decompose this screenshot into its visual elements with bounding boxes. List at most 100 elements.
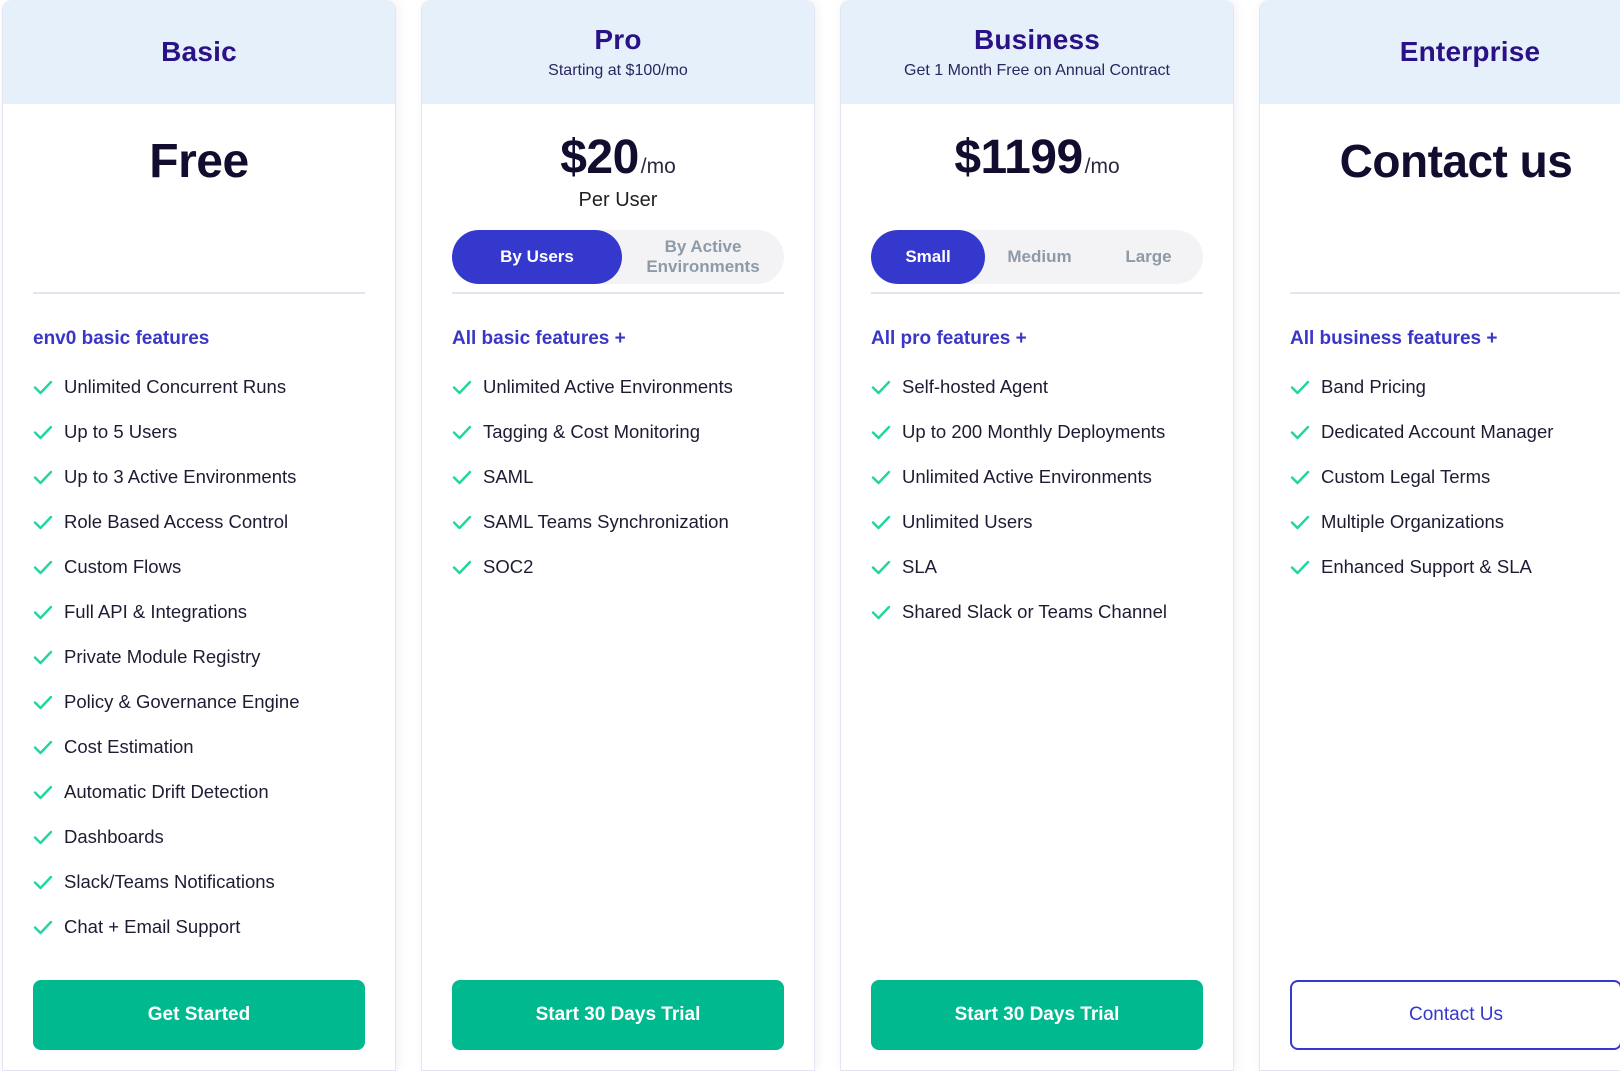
divider	[871, 292, 1203, 294]
check-icon	[1290, 380, 1310, 394]
feature-label: Custom Flows	[64, 555, 182, 577]
feature-label: Chat + Email Support	[64, 915, 241, 937]
feature-list: Unlimited Concurrent Runs Up to 5 Users Up…	[33, 364, 395, 949]
check-icon	[33, 515, 53, 529]
toggle-by-active-environments[interactable]: By Active Environments	[622, 230, 784, 284]
feature-label: Dedicated Account Manager	[1321, 420, 1554, 442]
check-icon	[452, 470, 472, 484]
feature-label: Band Pricing	[1321, 375, 1426, 397]
feature-label: Policy & Governance Engine	[64, 690, 300, 712]
feature-item: Self-hosted Agent	[871, 364, 1233, 409]
feature-label: Full API & Integrations	[64, 600, 248, 622]
feature-item: Up to 5 Users	[33, 409, 395, 454]
feature-label: SOC2	[483, 555, 534, 577]
feature-item: Cost Estimation	[33, 724, 395, 769]
feature-label: SAML	[483, 465, 534, 487]
check-icon	[452, 560, 472, 574]
check-icon	[1290, 425, 1310, 439]
feature-item: Unlimited Active Environments	[452, 364, 814, 409]
feature-item: Up to 200 Monthly Deployments	[871, 409, 1233, 454]
plan-card-business: Business Get 1 Month Free on Annual Cont…	[840, 0, 1234, 1071]
feature-item: SAML Teams Synchronization	[452, 499, 814, 544]
feature-label: Unlimited Active Environments	[483, 375, 733, 397]
feature-item: Multiple Organizations	[1290, 499, 1620, 544]
plan-card-enterprise: Enterprise Contact us All business featu…	[1259, 0, 1620, 1071]
check-icon	[871, 380, 891, 394]
feature-item: Up to 3 Active Environments	[33, 454, 395, 499]
plan-price: $20	[560, 131, 639, 184]
feature-label: Enhanced Support & SLA	[1321, 555, 1532, 577]
plan-header: Basic	[3, 0, 395, 104]
price-area: Free	[3, 104, 395, 294]
check-icon	[452, 380, 472, 394]
check-icon	[871, 425, 891, 439]
get-started-button[interactable]: Get Started	[33, 980, 365, 1050]
contact-us-button[interactable]: Contact Us	[1290, 980, 1620, 1050]
start-trial-button[interactable]: Start 30 Days Trial	[871, 980, 1203, 1050]
feature-item: Dedicated Account Manager	[1290, 409, 1620, 454]
check-icon	[1290, 515, 1310, 529]
feature-label: Slack/Teams Notifications	[64, 870, 275, 892]
check-icon	[33, 650, 53, 664]
check-icon	[871, 605, 891, 619]
features-title: All pro features +	[871, 328, 1027, 349]
feature-label: Up to 5 Users	[64, 420, 178, 442]
feature-label: Self-hosted Agent	[902, 375, 1049, 397]
check-icon	[33, 875, 53, 889]
feature-item: Private Module Registry	[33, 634, 395, 679]
check-icon	[452, 425, 472, 439]
toggle-large[interactable]: Large	[1094, 230, 1203, 284]
price-area: Contact us	[1260, 104, 1620, 294]
feature-item: SLA	[871, 544, 1233, 589]
feature-label: Shared Slack or Teams Channel	[902, 600, 1167, 622]
plan-header: Pro Starting at $100/mo	[422, 0, 814, 104]
feature-list: Band Pricing Dedicated Account Manager Cus…	[1290, 364, 1620, 589]
features-title: env0 basic features	[33, 328, 210, 349]
toggle-by-users[interactable]: By Users	[452, 230, 622, 284]
pricing-mode-toggle: By Users By Active Environments	[452, 230, 784, 284]
feature-label: SAML Teams Synchronization	[483, 510, 729, 532]
check-icon	[33, 785, 53, 799]
feature-label: Unlimited Concurrent Runs	[64, 375, 287, 397]
check-icon	[452, 515, 472, 529]
price-unit: /mo	[640, 155, 676, 178]
feature-item: SAML	[452, 454, 814, 499]
plan-name: Pro	[594, 24, 642, 55]
check-icon	[33, 560, 53, 574]
feature-item: Chat + Email Support	[33, 904, 395, 949]
plan-card-pro: Pro Starting at $100/mo $20 /mo Per User…	[421, 0, 815, 1071]
plan-price: Free	[149, 135, 249, 188]
feature-label: Private Module Registry	[64, 645, 261, 667]
feature-item: Unlimited Concurrent Runs	[33, 364, 395, 409]
plan-price: $1199	[954, 131, 1083, 184]
check-icon	[33, 605, 53, 619]
price-note: Per User	[578, 189, 658, 211]
feature-item: Custom Flows	[33, 544, 395, 589]
feature-list: Self-hosted Agent Up to 200 Monthly Deplo…	[871, 364, 1233, 634]
feature-label: Up to 3 Active Environments	[64, 465, 297, 487]
price-unit: /mo	[1084, 155, 1120, 178]
feature-label: SLA	[902, 555, 937, 577]
feature-label: Role Based Access Control	[64, 510, 289, 532]
check-icon	[871, 470, 891, 484]
toggle-medium[interactable]: Medium	[985, 230, 1094, 284]
check-icon	[33, 380, 53, 394]
plan-subtitle: Starting at $100/mo	[548, 62, 688, 79]
start-trial-button[interactable]: Start 30 Days Trial	[452, 980, 784, 1050]
check-icon	[871, 515, 891, 529]
feature-label: Tagging & Cost Monitoring	[483, 420, 700, 442]
feature-label: Multiple Organizations	[1321, 510, 1505, 532]
price-area: $20 /mo Per User By Users By Active Envi…	[422, 104, 814, 294]
divider	[1290, 292, 1620, 294]
features-title: All basic features +	[452, 328, 626, 349]
price-area: $1199 /mo Small Medium Large	[841, 104, 1233, 294]
feature-label: Cost Estimation	[64, 735, 194, 757]
plan-header: Enterprise	[1260, 0, 1620, 104]
check-icon	[1290, 560, 1310, 574]
feature-item: Unlimited Active Environments	[871, 454, 1233, 499]
feature-item: Tagging & Cost Monitoring	[452, 409, 814, 454]
feature-item: Policy & Governance Engine	[33, 679, 395, 724]
toggle-small[interactable]: Small	[871, 230, 985, 284]
divider	[452, 292, 784, 294]
feature-label: Unlimited Users	[902, 510, 1033, 532]
